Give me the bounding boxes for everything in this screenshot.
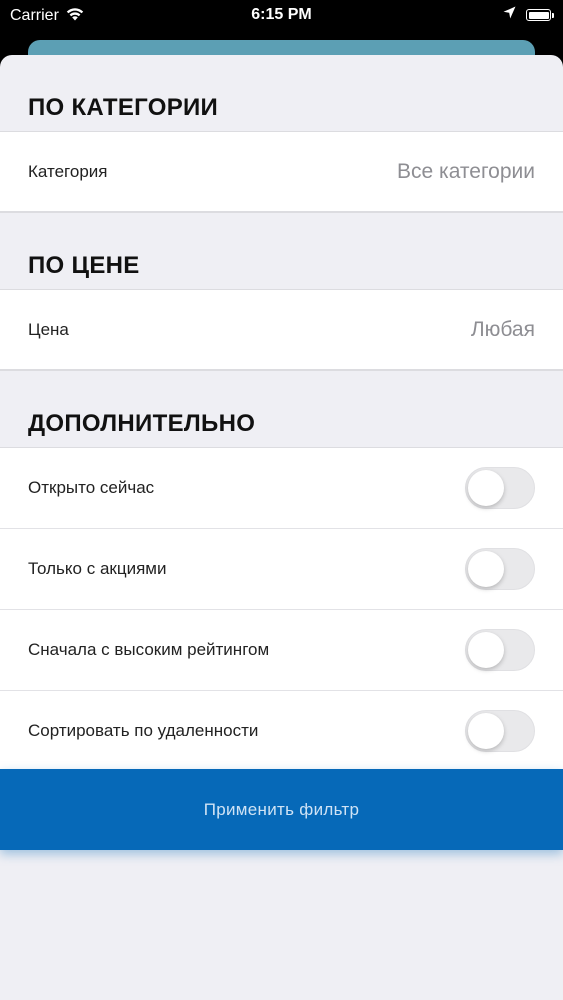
toggle-label: Только с акциями	[28, 559, 167, 578]
toggle-knob	[468, 632, 504, 668]
section-header-extra: ДОПОЛНИТЕЛЬНО	[28, 410, 256, 437]
toggle-label: Сортировать по удаленности	[28, 720, 259, 740]
status-bar: Carrier 6:15 PM	[0, 0, 563, 32]
toggle-label: Открыто сейчас	[28, 478, 155, 497]
status-time: 6:15 PM	[251, 6, 312, 23]
category-group: Категория Все категории	[0, 131, 563, 213]
toggle-row-promotions: Только с акциями	[0, 528, 563, 609]
filter-sheet: ПО КАТЕГОРИИ Категория Все категории ПО …	[0, 55, 563, 1000]
battery-icon	[526, 9, 554, 21]
toggle-row-distance: Сортировать по удаленности	[0, 690, 563, 771]
toggle-knob	[468, 551, 504, 587]
section-header-price: ПО ЦЕНЕ	[28, 252, 140, 279]
status-right	[503, 6, 554, 24]
toggle-row-open-now: Открыто сейчас	[0, 447, 563, 528]
apply-filter-button[interactable]: Применить фильтр	[0, 769, 563, 850]
high-rating-toggle[interactable]	[465, 629, 535, 671]
toggle-row-high-rating: Сначала с высоким рейтингом	[0, 609, 563, 690]
category-value: Все категории	[397, 159, 535, 183]
price-group: Цена Любая	[0, 289, 563, 371]
extra-group: Открыто сейчас Только с акциями Сначала …	[0, 447, 563, 772]
category-row[interactable]: Категория Все категории	[0, 131, 563, 212]
toggle-knob	[468, 470, 504, 506]
price-value: Любая	[470, 317, 535, 341]
promotions-toggle[interactable]	[465, 548, 535, 590]
price-row[interactable]: Цена Любая	[0, 289, 563, 370]
distance-toggle[interactable]	[465, 709, 535, 752]
section-header-category: ПО КАТЕГОРИИ	[28, 94, 219, 121]
category-label: Категория	[28, 161, 108, 181]
toggle-label: Сначала с высоким рейтингом	[28, 640, 270, 659]
open-now-toggle[interactable]	[465, 467, 535, 509]
toggle-knob	[468, 712, 504, 749]
location-arrow-icon	[503, 6, 516, 24]
price-label: Цена	[28, 319, 69, 339]
